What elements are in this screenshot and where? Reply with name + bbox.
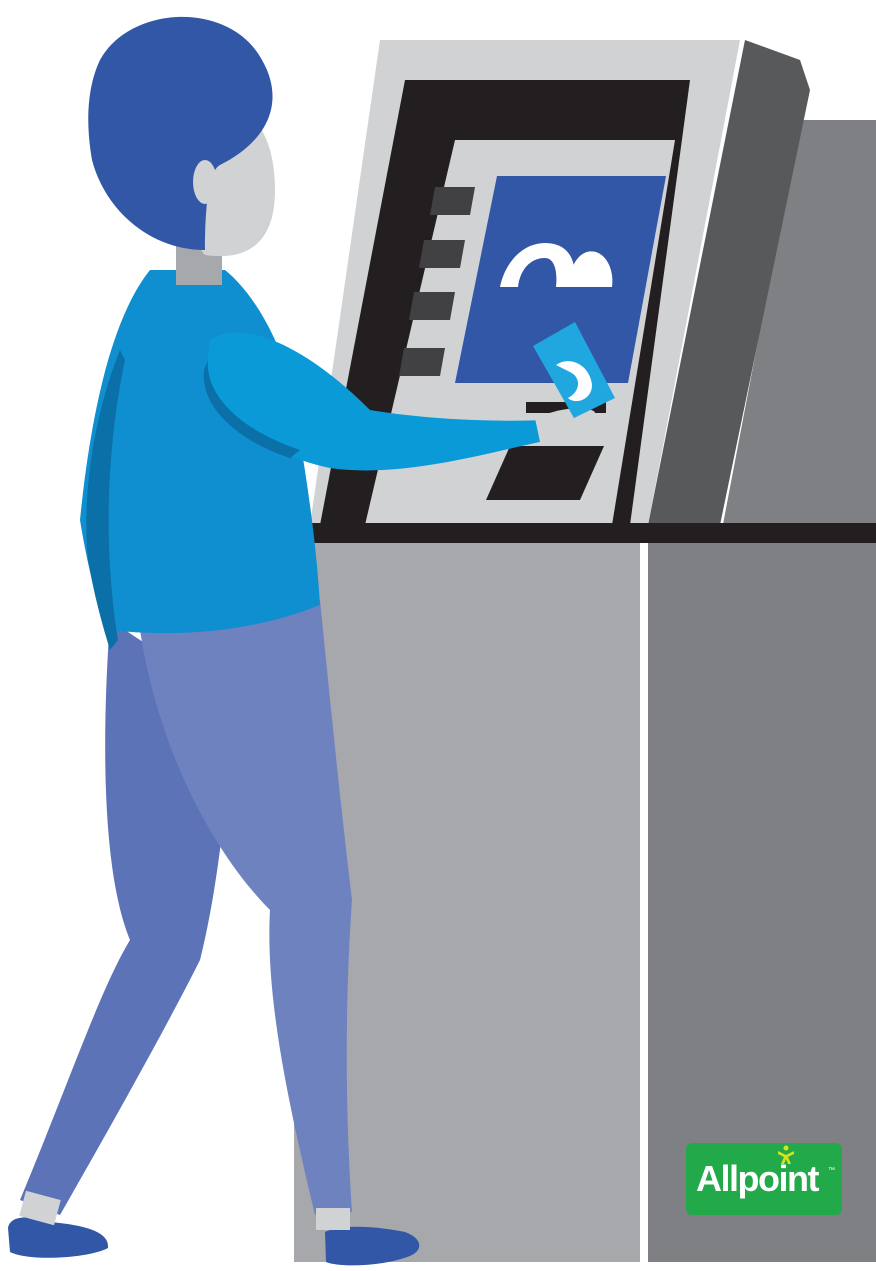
allpoint-logo-text: Allpoint — [696, 1158, 819, 1199]
trademark-symbol: ™ — [828, 1167, 835, 1174]
person-left-shoe — [8, 1217, 109, 1258]
atm-side-key-1 — [430, 187, 475, 215]
atm-illustration — [8, 16, 876, 1266]
atm-side-key-3 — [409, 292, 455, 320]
atm-side-key-4 — [399, 348, 445, 376]
atm-side-key-2 — [419, 240, 465, 268]
person-ear — [193, 160, 217, 204]
atm-ledge — [296, 523, 876, 543]
allpoint-logo-badge: Allpoint ™ — [686, 1143, 842, 1215]
